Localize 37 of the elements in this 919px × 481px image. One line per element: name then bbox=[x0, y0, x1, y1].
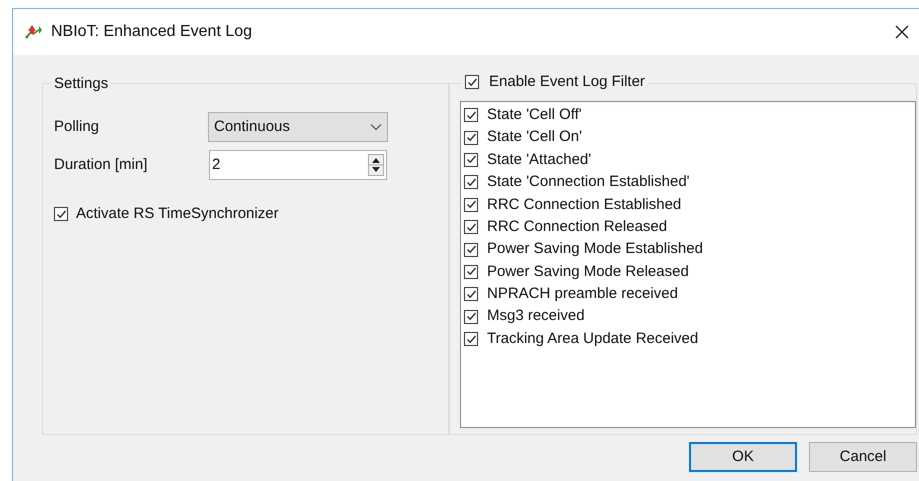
event-label: RRC Connection Released bbox=[487, 216, 668, 237]
event-label: Power Saving Mode Established bbox=[487, 239, 703, 260]
checkbox[interactable] bbox=[464, 198, 478, 212]
spin-arrows-icon[interactable] bbox=[368, 154, 384, 176]
checkbox[interactable] bbox=[464, 264, 478, 279]
duration-spinbox[interactable]: 2 bbox=[209, 150, 387, 180]
event-label: RRC Connection Established bbox=[487, 194, 682, 215]
close-icon bbox=[894, 24, 910, 40]
checkbox[interactable] bbox=[464, 130, 478, 145]
dialog-button[interactable]: Cancel bbox=[809, 442, 917, 472]
event-label: State 'Cell Off' bbox=[487, 104, 582, 125]
event-label: State 'Cell On' bbox=[487, 127, 582, 148]
checkbox[interactable] bbox=[465, 75, 479, 90]
field-label: Duration [min] bbox=[54, 154, 148, 175]
checkbox-label: Activate RS TimeSynchronizer bbox=[76, 204, 279, 224]
checkbox[interactable] bbox=[464, 310, 478, 324]
event-label: State 'Connection Established' bbox=[487, 172, 690, 192]
checkbox[interactable] bbox=[464, 108, 478, 122]
event-label: NPRACH preamble received bbox=[487, 284, 678, 304]
checkbox[interactable] bbox=[464, 242, 478, 257]
dialog-button[interactable]: OK bbox=[689, 442, 797, 472]
window-title: NBIoT: Enhanced Event Log bbox=[51, 22, 252, 42]
chevron-down-icon bbox=[370, 123, 382, 131]
polling-dropdown[interactable]: Continuous bbox=[208, 112, 388, 142]
checkbox[interactable] bbox=[464, 175, 478, 190]
checkbox[interactable] bbox=[464, 220, 478, 234]
checkbox[interactable] bbox=[464, 152, 478, 167]
app-logo-icon bbox=[23, 23, 43, 41]
event-label: State 'Attached' bbox=[487, 150, 592, 170]
checkbox[interactable] bbox=[54, 207, 68, 222]
event-label: Power Saving Mode Released bbox=[487, 262, 689, 282]
field-label: Polling bbox=[54, 116, 100, 137]
event-label: Msg3 received bbox=[487, 306, 585, 326]
checkbox[interactable] bbox=[464, 332, 478, 346]
checkbox-label: Enable Event Log Filter bbox=[489, 72, 645, 92]
checkbox[interactable] bbox=[464, 287, 478, 302]
event-label: Tracking Area Update Received bbox=[487, 328, 698, 349]
